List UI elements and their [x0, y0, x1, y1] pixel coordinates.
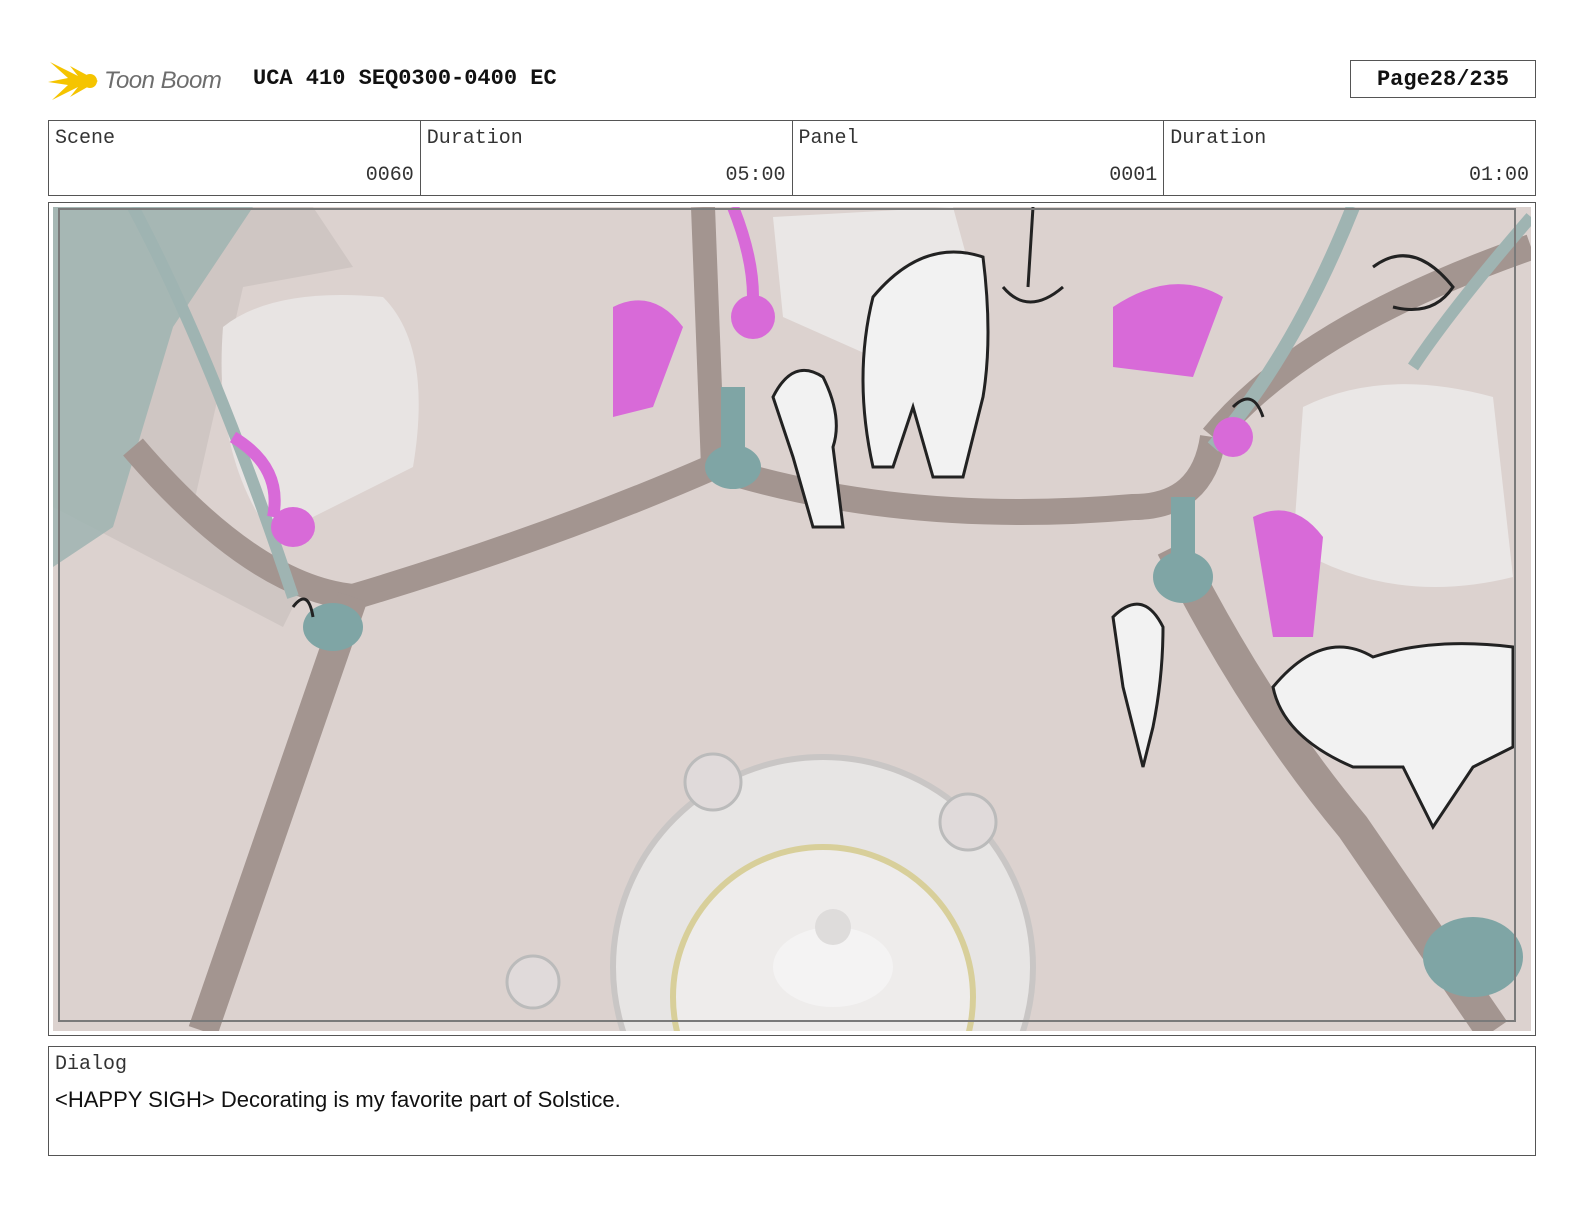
project-title: UCA 410 SEQ0300-0400 EC: [253, 66, 557, 91]
scene-duration-label: Duration: [426, 127, 523, 150]
page-number: 28/235: [1429, 66, 1510, 92]
page-indicator: Page 28/235: [1350, 60, 1536, 98]
panel-duration-value: 01:00: [1468, 164, 1529, 187]
scene-value: 0060: [365, 164, 414, 187]
scene-cell: Scene 0060: [49, 121, 421, 195]
scene-label: Scene: [55, 127, 116, 150]
panel-duration-label: Duration: [1170, 127, 1267, 150]
panel-illustration: [53, 207, 1531, 1031]
storyboard-panel-image: [53, 207, 1531, 1031]
dialog-label: Dialog: [55, 1053, 128, 1076]
scene-duration-value: 05:00: [725, 164, 786, 187]
toon-boom-burst-icon: [48, 62, 98, 100]
dialog-box: Dialog <HAPPY SIGH> Decorating is my fav…: [48, 1046, 1536, 1156]
page-label: Page: [1376, 66, 1430, 92]
toon-boom-logo: Toon Boom: [48, 56, 288, 106]
page-header: Toon Boom UCA 410 SEQ0300-0400 EC Page 2…: [48, 52, 1536, 112]
scene-duration-cell: Duration 05:00: [421, 121, 793, 195]
panel-duration-cell: Duration 01:00: [1164, 121, 1535, 195]
scene-info-table: Scene 0060 Duration 05:00 Panel 0001 Dur…: [48, 120, 1536, 196]
dialog-text: <HAPPY SIGH> Decorating is my favorite p…: [55, 1087, 621, 1112]
panel-cell: Panel 0001: [793, 121, 1165, 195]
logo-text: Toon Boom: [104, 67, 222, 94]
storyboard-panel-frame: [48, 202, 1536, 1036]
panel-label: Panel: [798, 127, 859, 150]
panel-value: 0001: [1109, 164, 1158, 187]
